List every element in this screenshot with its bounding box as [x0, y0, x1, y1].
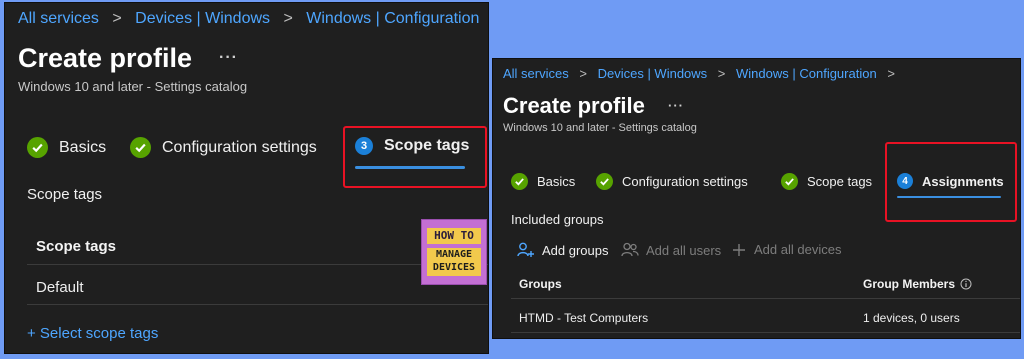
tab-label: Basics	[59, 138, 107, 156]
add-all-users-button[interactable]: Add all users	[621, 242, 721, 258]
right-panel: All services > Devices | Windows > Windo…	[493, 59, 1020, 338]
checkmark-icon	[596, 173, 613, 190]
breadcrumb-all-services[interactable]: All services	[503, 66, 569, 81]
highlight-box	[885, 142, 1017, 222]
plus-icon	[733, 243, 745, 256]
group-name-cell: HTMD - Test Computers	[519, 311, 649, 325]
breadcrumb: All services > Devices | Windows > Windo…	[18, 10, 488, 28]
tab-configuration-settings[interactable]: Configuration settings	[596, 173, 748, 190]
add-all-devices-label: Add all devices	[754, 242, 842, 257]
table-row[interactable]: Default	[36, 279, 84, 296]
left-panel: All services > Devices | Windows > Windo…	[5, 3, 488, 353]
add-person-icon	[517, 242, 534, 257]
breadcrumb-all-services[interactable]: All services	[18, 10, 99, 27]
logo-text-line: HOW TO	[434, 229, 474, 242]
checkmark-icon	[511, 173, 528, 190]
section-label: Included groups	[511, 212, 604, 227]
add-all-users-label: Add all users	[646, 242, 722, 258]
breadcrumb-windows-configuration[interactable]: Windows | Configuration	[736, 66, 877, 81]
tab-label: Configuration settings	[162, 138, 317, 156]
tab-basics[interactable]: Basics	[27, 137, 106, 158]
logo-text-line: DEVICES	[432, 262, 476, 273]
chevron-right-icon: >	[887, 66, 895, 81]
logo-text-line: MANAGE	[435, 249, 473, 260]
info-icon[interactable]	[960, 278, 972, 290]
breadcrumb-devices-windows[interactable]: Devices | Windows	[135, 10, 270, 27]
page-title: Create profile	[18, 43, 193, 73]
checkmark-icon	[27, 137, 48, 158]
more-options-button[interactable]: ···	[668, 98, 684, 113]
group-members-cell: 1 devices, 0 users	[863, 311, 960, 325]
breadcrumb-windows-configuration[interactable]: Windows | Configuration	[306, 10, 479, 27]
divider	[511, 332, 1020, 333]
add-groups-button[interactable]: Add groups	[517, 242, 609, 258]
chevron-right-icon: >	[283, 10, 293, 27]
table-header-scope-tags: Scope tags	[36, 238, 117, 255]
users-icon	[621, 242, 639, 257]
tab-label: Scope tags	[807, 174, 873, 189]
checkmark-icon	[130, 137, 151, 158]
tab-configuration-settings[interactable]: Configuration settings	[130, 137, 317, 158]
chevron-right-icon: >	[717, 66, 726, 81]
tab-label: Basics	[537, 174, 576, 189]
page-title: Create profile	[503, 93, 645, 118]
page-subtitle: Windows 10 and later - Settings catalog	[503, 122, 697, 134]
section-label: Scope tags	[27, 186, 103, 203]
chevron-right-icon: >	[579, 66, 587, 81]
highlight-box	[343, 126, 487, 188]
page-subtitle: Windows 10 and later - Settings catalog	[18, 79, 248, 94]
chevron-right-icon: >	[112, 10, 122, 27]
column-header-group-members: Group Members	[863, 277, 972, 291]
divider	[27, 264, 488, 265]
tab-label: Configuration settings	[622, 174, 748, 189]
column-header-label: Group Members	[863, 277, 956, 291]
tab-scope-tags[interactable]: Scope tags	[781, 173, 872, 190]
add-groups-label: Add groups	[542, 242, 609, 258]
breadcrumb-devices-windows[interactable]: Devices | Windows	[598, 66, 708, 81]
more-options-button[interactable]: ···	[219, 49, 238, 67]
breadcrumb: All services > Devices | Windows > Windo…	[503, 66, 902, 81]
tab-basics[interactable]: Basics	[511, 173, 575, 190]
column-header-groups: Groups	[519, 277, 562, 291]
select-scope-tags-link[interactable]: + Select scope tags	[27, 325, 158, 342]
checkmark-icon	[781, 173, 798, 190]
divider	[511, 298, 1020, 299]
divider	[27, 304, 488, 305]
how-to-manage-devices-logo: HOW TO MANAGE DEVICES	[421, 219, 487, 285]
add-all-devices-button[interactable]: Add all devices	[732, 242, 841, 257]
